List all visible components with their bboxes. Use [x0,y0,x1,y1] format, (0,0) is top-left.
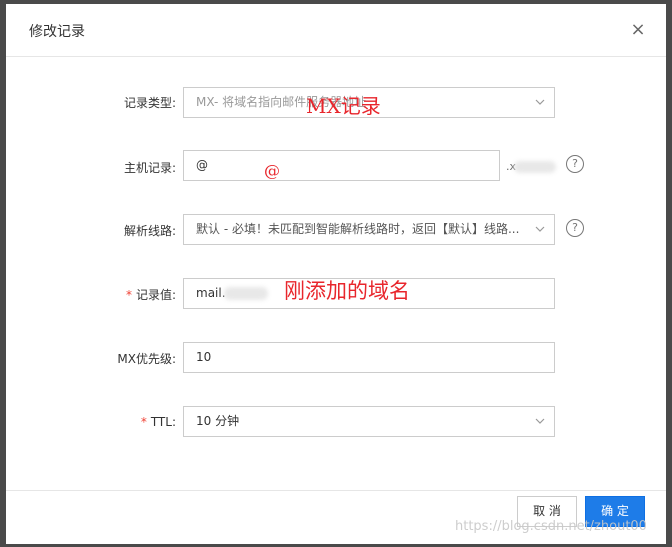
host-value: @ [196,158,208,172]
chevron-down-icon [535,99,545,105]
new-domain-annotation: 刚添加的域名 [284,279,410,303]
watermark: https://blog.csdn.net/zhout00 [455,519,647,534]
ttl-select[interactable]: 10 分钟 [183,406,555,437]
record-type-label: 记录类型: [123,96,176,110]
host-annotation: @ [264,161,280,180]
required-marker: * [140,415,147,429]
help-icon[interactable]: ? [566,155,584,173]
edit-record-dialog: 修改记录 × 记录类型: MX- 将域名指向邮件服务器地址 MX记录 主机记录:… [6,4,666,544]
mx-record-annotation: MX记录 [306,94,381,118]
record-value-text: mail. [196,286,226,300]
mx-priority-label: MX优先级: [117,352,176,366]
domain-redaction [514,161,556,173]
close-icon[interactable]: × [626,18,650,42]
value-redaction [224,287,268,300]
mx-priority-input[interactable]: 10 [183,342,555,373]
line-value: 默认 - 必填！未匹配到智能解析线路时，返回【默认】线路... [196,222,520,236]
required-marker: * [125,288,132,302]
ttl-value: 10 分钟 [196,414,240,428]
dialog-header: 修改记录 × [6,4,666,57]
ttl-label: * TTL: [140,415,176,429]
dialog-title: 修改记录 [29,24,85,40]
record-value-label: * 记录值: [125,288,176,302]
chevron-down-icon [535,226,545,232]
line-select[interactable]: 默认 - 必填！未匹配到智能解析线路时，返回【默认】线路... [183,214,555,245]
help-icon[interactable]: ? [566,219,584,237]
mx-priority-value: 10 [196,350,212,364]
host-label: 主机记录: [123,161,176,175]
chevron-down-icon [535,418,545,424]
line-label: 解析线路: [123,224,176,238]
host-input[interactable]: @ [183,150,500,181]
